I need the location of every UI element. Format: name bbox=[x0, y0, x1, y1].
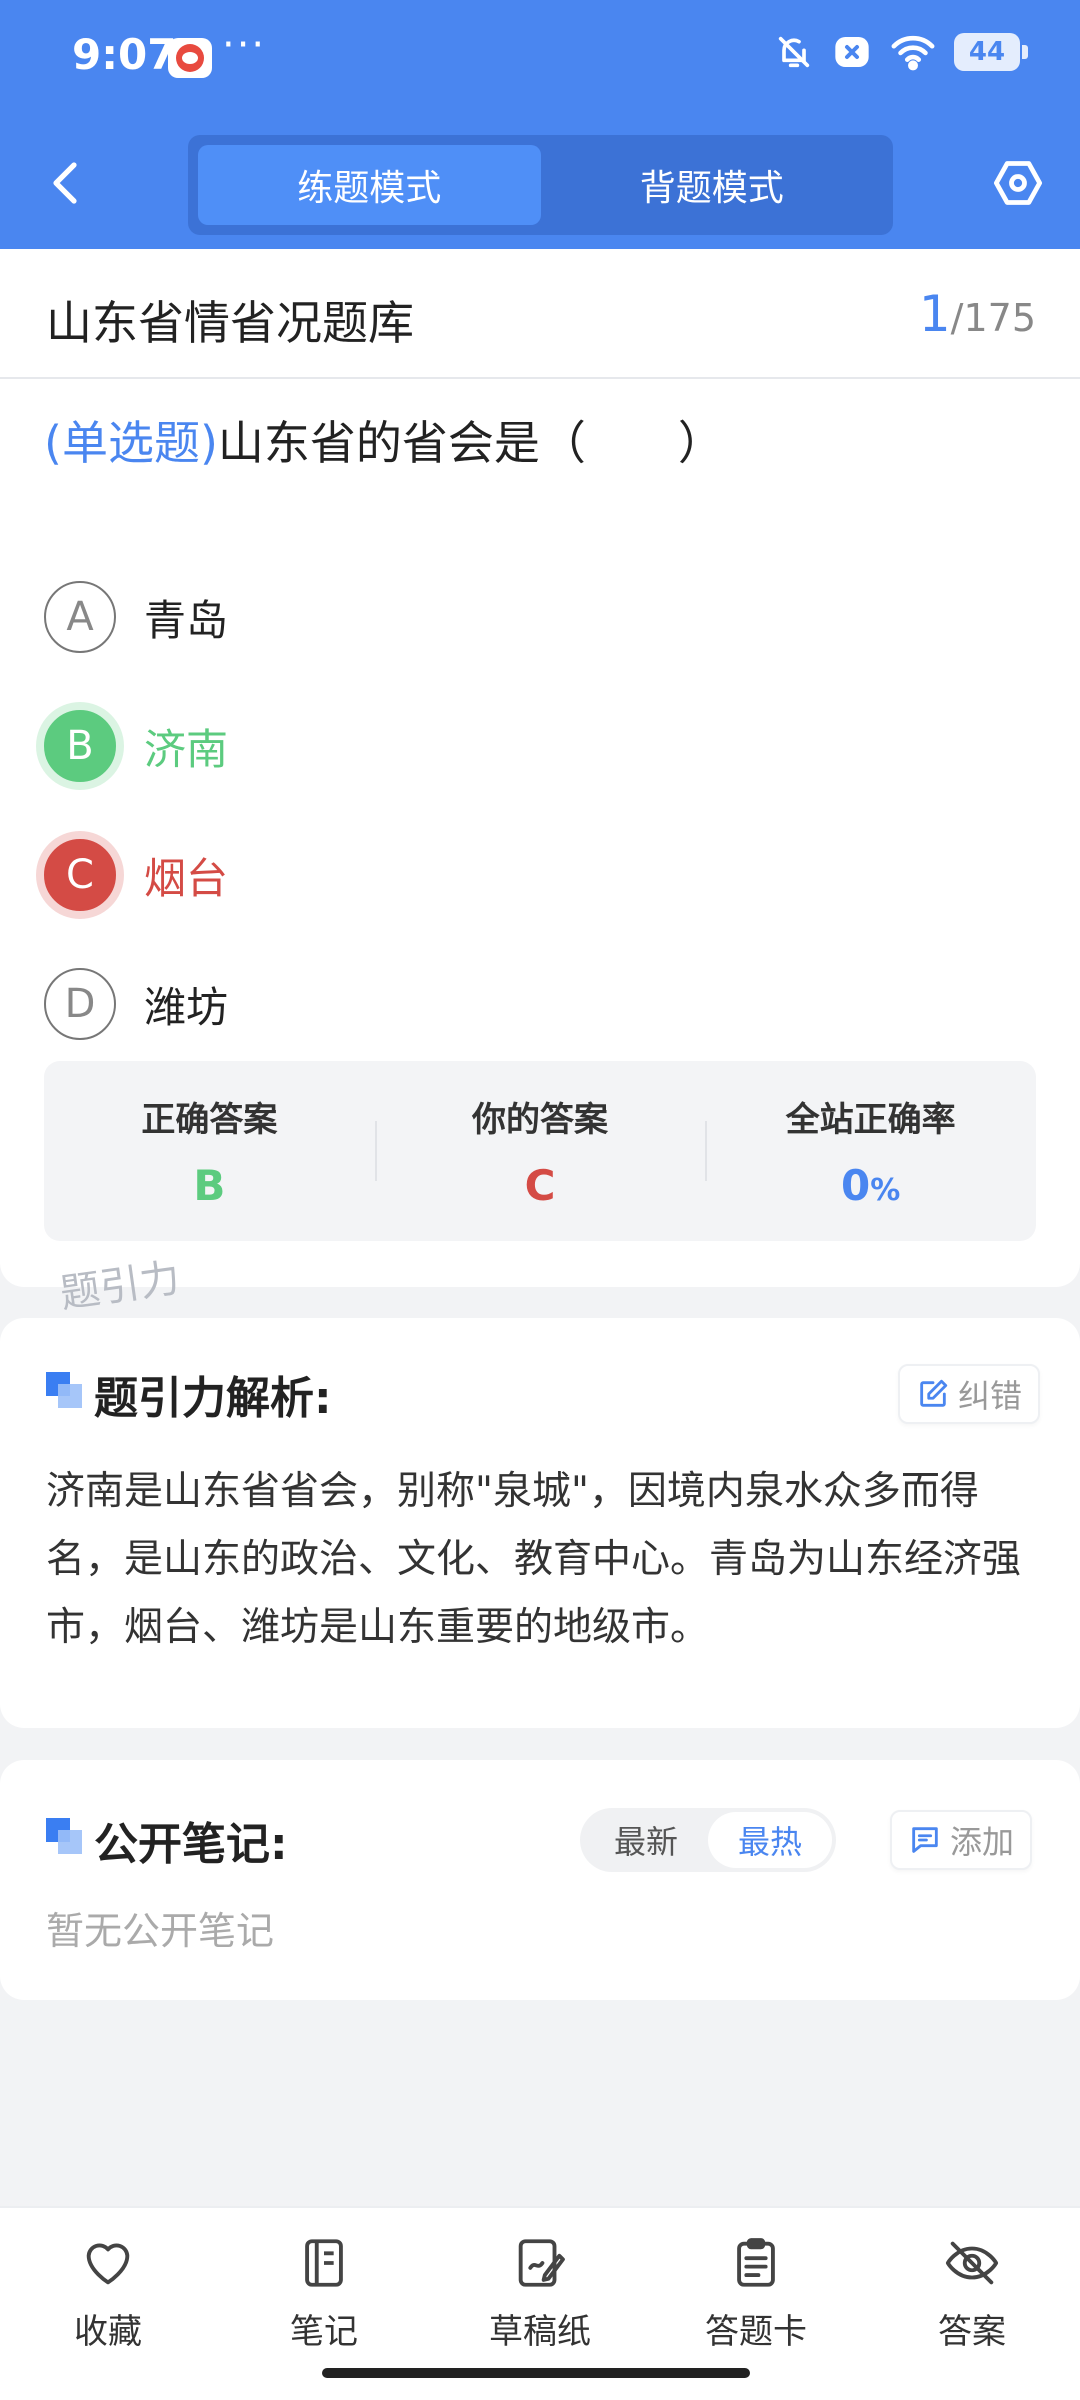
analysis-card: 题引力解析: 纠错 济南是山东省省会，别称"泉城"，因境内泉水众多而得名，是山东… bbox=[0, 1318, 1080, 1728]
stat-value: 0% bbox=[841, 1161, 900, 1210]
bank-title: 山东省情省况题库 bbox=[46, 296, 414, 350]
status-time: 9:07 bbox=[72, 30, 177, 79]
stat-label: 你的答案 bbox=[472, 1100, 608, 1140]
section-square-icon bbox=[46, 1372, 82, 1408]
sort-newest[interactable]: 最新 bbox=[584, 1812, 708, 1868]
add-note-label: 添加 bbox=[950, 1823, 1015, 1861]
notes-card: 公开笔记: 最新 最热 添加 暂无公开笔记 bbox=[0, 1760, 1080, 2000]
stat-site-accuracy: 全站正确率 0% bbox=[705, 1061, 1036, 1241]
back-button[interactable] bbox=[40, 148, 90, 218]
option-letter: C bbox=[44, 839, 116, 911]
bell-off-icon bbox=[778, 36, 810, 68]
progress-total: /175 bbox=[950, 296, 1036, 340]
notes-empty-text: 暂无公开笔记 bbox=[46, 1909, 275, 1953]
option-label: 济南 bbox=[144, 724, 229, 774]
show-answer-button[interactable]: 答案 bbox=[864, 2208, 1080, 2400]
option-label: 烟台 bbox=[144, 853, 229, 903]
stat-label: 正确答案 bbox=[141, 1100, 278, 1140]
edit-icon bbox=[920, 1379, 948, 1407]
option-letter: D bbox=[44, 968, 116, 1040]
option-label: 青岛 bbox=[144, 595, 229, 645]
question-card: 山东省情省况题库 1/175 (单选题)山东省的省会是（ ） A 青岛 B 济南… bbox=[0, 249, 1080, 1287]
eye-off-icon bbox=[945, 2241, 999, 2285]
close-box-icon bbox=[835, 37, 869, 67]
analysis-text: 济南是山东省省会，别称"泉城"，因境内泉水众多而得名，是山东的政治、文化、教育中… bbox=[46, 1469, 1022, 1650]
option-label: 潍坊 bbox=[144, 982, 229, 1032]
option-a[interactable]: A 青岛 bbox=[44, 577, 744, 657]
settings-button[interactable] bbox=[986, 148, 1050, 218]
section-square-icon bbox=[46, 1818, 82, 1854]
stat-correct-answer: 正确答案 B bbox=[44, 1061, 375, 1241]
stat-value: C bbox=[524, 1161, 556, 1210]
status-bar: 9:07 ··· 44 bbox=[0, 0, 1080, 120]
accuracy-unit: % bbox=[870, 1173, 901, 1208]
question-stem: 山东省的省会是（ ） bbox=[217, 416, 724, 470]
notes-title: 公开笔记: bbox=[94, 1819, 288, 1870]
tab-memorize-mode[interactable]: 背题模式 bbox=[541, 145, 884, 225]
notes-sort-toggle: 最新 最热 bbox=[580, 1808, 836, 1872]
favorite-button[interactable]: 收藏 bbox=[0, 2208, 216, 2400]
question-progress: 1/175 bbox=[919, 285, 1036, 343]
option-c[interactable]: C 烟台 bbox=[44, 835, 744, 915]
app-notification-icon bbox=[168, 38, 212, 78]
bottom-label: 答案 bbox=[938, 2312, 1006, 2352]
draft-icon bbox=[518, 2239, 565, 2287]
status-more-icon: ··· bbox=[222, 22, 267, 68]
hexagon-settings-icon bbox=[993, 161, 1043, 205]
bottom-label: 草稿纸 bbox=[489, 2312, 591, 2352]
bank-row: 山东省情省况题库 1/175 bbox=[0, 249, 1080, 379]
report-error-button[interactable]: 纠错 bbox=[898, 1364, 1041, 1424]
app-header: 9:07 ··· 44 练题模式 背题模式 bbox=[0, 0, 1080, 249]
answer-stats: 正确答案 B 你的答案 C 全站正确率 0% bbox=[44, 1061, 1036, 1241]
stat-label: 全站正确率 bbox=[785, 1100, 956, 1140]
option-letter: B bbox=[44, 710, 116, 782]
status-indicators: 44 bbox=[774, 32, 1028, 72]
stat-value: B bbox=[193, 1161, 226, 1210]
question-text: (单选题)山东省的省会是（ ） bbox=[44, 407, 724, 473]
analysis-title: 题引力解析: bbox=[94, 1373, 332, 1424]
add-note-button[interactable]: 添加 bbox=[890, 1810, 1033, 1870]
wifi-icon bbox=[891, 35, 935, 71]
heart-icon bbox=[86, 2243, 130, 2285]
progress-current: 1 bbox=[918, 285, 951, 343]
tab-practice-mode[interactable]: 练题模式 bbox=[198, 145, 541, 225]
option-letter: A bbox=[44, 581, 116, 653]
option-b[interactable]: B 济南 bbox=[44, 706, 744, 786]
accuracy-value: 0 bbox=[841, 1161, 871, 1210]
chevron-left-icon bbox=[53, 162, 77, 204]
bottom-label: 笔记 bbox=[290, 2312, 358, 2352]
notebook-icon bbox=[305, 2239, 343, 2287]
option-d[interactable]: D 潍坊 bbox=[44, 964, 744, 1044]
question-type: (单选题) bbox=[44, 416, 218, 470]
battery-icon: 44 bbox=[954, 33, 1028, 71]
comment-icon bbox=[912, 1827, 938, 1853]
clipboard-icon bbox=[737, 2238, 775, 2287]
report-error-label: 纠错 bbox=[958, 1377, 1023, 1415]
bottom-label: 收藏 bbox=[74, 2312, 142, 2352]
sort-hottest[interactable]: 最热 bbox=[708, 1812, 832, 1868]
mode-switch: 练题模式 背题模式 bbox=[188, 135, 893, 235]
home-indicator[interactable] bbox=[322, 2368, 750, 2378]
stat-your-answer: 你的答案 C bbox=[374, 1061, 706, 1241]
bottom-label: 答题卡 bbox=[705, 2312, 807, 2352]
